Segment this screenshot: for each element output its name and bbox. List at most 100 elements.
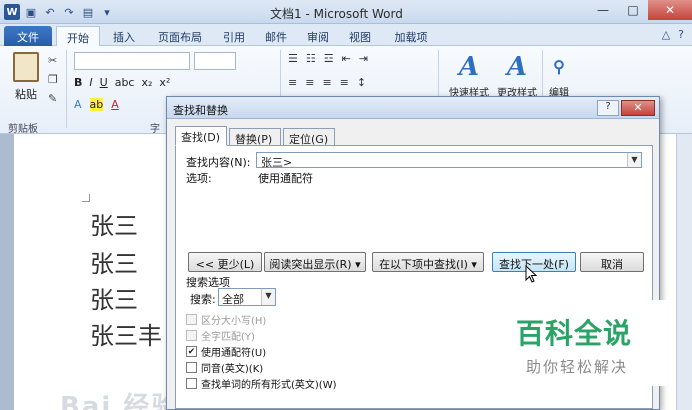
dialog-help-button[interactable]: ? — [597, 100, 619, 116]
increase-indent-icon[interactable]: ⇥ — [359, 52, 368, 65]
window-title: 文档1 - Microsoft Word — [270, 7, 403, 21]
align-center-icon[interactable]: ≡ — [305, 76, 314, 89]
tab-find[interactable]: 查找(D) — [175, 126, 227, 146]
copy-icon[interactable]: ❐ — [48, 73, 58, 86]
edit-button[interactable]: ⚲ 编辑 — [546, 50, 572, 99]
line-spacing-icon[interactable]: ↕ — [357, 76, 366, 89]
options-value: 使用通配符 — [258, 172, 313, 185]
sounds-like-checkbox[interactable]: 同音(英文)(K) — [186, 360, 263, 375]
cancel-button[interactable]: 取消 — [580, 252, 644, 272]
undo-icon[interactable]: ↶ — [42, 4, 58, 20]
find-what-value: 张三> — [261, 156, 293, 169]
paste-label: 粘贴 — [15, 88, 37, 101]
document-line[interactable]: 张三 — [90, 206, 138, 241]
brand-logo: 百科全说 — [516, 317, 633, 350]
tab-goto[interactable]: 定位(G) — [283, 128, 335, 146]
cut-icon[interactable]: ✂ — [48, 54, 58, 67]
clipboard-icon — [13, 52, 39, 82]
font-name-field[interactable] — [74, 52, 190, 70]
tab-mailings[interactable]: 邮件 — [256, 26, 296, 46]
close-window-button[interactable]: ✕ — [648, 0, 692, 20]
tab-references[interactable]: 引用 — [214, 26, 254, 46]
tab-home[interactable]: 开始 — [56, 26, 100, 46]
paragraph-row-2: ≡ ≡ ≡ ≡ ↕ — [288, 76, 366, 89]
checkbox-box — [186, 362, 197, 373]
tab-page-layout[interactable]: 页面布局 — [148, 26, 212, 46]
superscript-icon[interactable]: x² — [159, 76, 170, 89]
reading-highlight-button[interactable]: 阅读突出显示(R) ▾ — [264, 252, 366, 272]
mouse-pointer-icon — [525, 265, 537, 283]
tab-replace[interactable]: 替换(P) — [229, 128, 281, 146]
match-case-checkbox[interactable]: 区分大小写(H) — [186, 312, 266, 327]
font-color-row: A ab A — [74, 98, 119, 111]
tab-view[interactable]: 视图 — [340, 26, 380, 46]
dialog-close-button[interactable]: ✕ — [621, 100, 655, 116]
search-direction-value: 全部 — [222, 293, 244, 306]
underline-icon[interactable]: U — [100, 76, 108, 89]
document-line[interactable]: 张三 — [90, 244, 138, 279]
vertical-scrollbar[interactable] — [676, 134, 692, 410]
paste-button[interactable]: 粘贴 — [8, 52, 44, 102]
group-separator — [66, 50, 67, 128]
bold-icon[interactable]: B — [74, 76, 82, 89]
group-label-clipboard: 剪贴板 — [8, 124, 38, 135]
checkbox-box — [186, 378, 197, 389]
ribbon-tabs: 文件 开始 插入 页面布局 引用 邮件 审阅 视图 加载项 △ ? — [0, 24, 692, 46]
numbering-icon[interactable]: ☷ — [306, 52, 316, 65]
minimize-button[interactable]: — — [588, 0, 618, 20]
find-what-input[interactable]: 张三> ▼ — [256, 152, 642, 169]
word-logo-icon: W — [4, 4, 20, 20]
change-styles-button[interactable]: A 更改样式 — [492, 50, 542, 99]
align-left-icon[interactable]: ≡ — [288, 76, 297, 89]
quick-styles-button[interactable]: A 快速样式 — [444, 50, 494, 99]
strikethrough-icon[interactable]: abc — [115, 76, 135, 89]
all-word-forms-label: 查找单词的所有形式(英文)(W) — [201, 380, 337, 391]
subscript-icon[interactable]: x₂ — [141, 76, 152, 89]
font-color-icon[interactable]: A — [111, 98, 119, 111]
redo-icon[interactable]: ↷ — [61, 4, 77, 20]
customize-qat-icon[interactable]: ▾ — [99, 4, 115, 20]
tab-add-ins[interactable]: 加载项 — [384, 26, 438, 46]
align-right-icon[interactable]: ≡ — [322, 76, 331, 89]
highlight-icon[interactable]: ab — [89, 98, 104, 111]
maximize-button[interactable]: □ — [618, 0, 648, 20]
search-direction-select[interactable]: 全部 ▼ — [218, 288, 276, 306]
italic-icon[interactable]: I — [89, 76, 92, 89]
search-direction-label: 搜索: — [190, 293, 216, 306]
ribbon-help-area: △ ? — [662, 28, 684, 41]
tab-file[interactable]: 文件 — [4, 26, 52, 46]
options-label: 选项: — [186, 172, 212, 185]
justify-icon[interactable]: ≡ — [340, 76, 349, 89]
minimize-ribbon-icon[interactable]: △ — [662, 28, 670, 41]
chevron-down-icon: ▼ — [261, 289, 275, 305]
decrease-indent-icon[interactable]: ⇤ — [342, 52, 351, 65]
clipboard-small-buttons: ✂ ❐ ✎ — [48, 54, 58, 105]
whole-word-label: 全字匹配(Y) — [201, 332, 255, 343]
tab-insert[interactable]: 插入 — [104, 26, 144, 46]
window-controls: — □ ✕ — [588, 0, 692, 20]
document-line[interactable]: 张三丰 — [90, 316, 162, 351]
font-size-field[interactable] — [194, 52, 236, 70]
document-line[interactable]: 张三 — [90, 280, 138, 315]
find-in-button[interactable]: 在以下项中查找(I) ▾ — [372, 252, 484, 272]
page-margin-marker — [82, 194, 90, 202]
font-format-row: B I U abc x₂ x² — [74, 76, 170, 89]
match-case-label: 区分大小写(H) — [201, 316, 267, 327]
tab-review[interactable]: 审阅 — [298, 26, 338, 46]
help-icon[interactable]: ? — [678, 28, 684, 41]
format-painter-icon[interactable]: ✎ — [48, 92, 58, 105]
dialog-title: 查找和替换 — [173, 104, 228, 117]
text-effects-icon[interactable]: A — [74, 98, 82, 111]
all-word-forms-checkbox[interactable]: 查找单词的所有形式(英文)(W) — [186, 376, 337, 391]
multilevel-list-icon[interactable]: ☲ — [324, 52, 334, 65]
group-label-font: 字 — [150, 124, 160, 135]
bullets-icon[interactable]: ☰ — [288, 52, 298, 65]
change-styles-icon: A — [506, 52, 528, 82]
checkmark-icon: ✔ — [186, 346, 197, 357]
find-history-dropdown-icon[interactable]: ▼ — [627, 153, 641, 167]
whole-word-checkbox[interactable]: 全字匹配(Y) — [186, 328, 255, 343]
print-icon[interactable]: ▤ — [80, 4, 96, 20]
less-button[interactable]: << 更少(L) — [188, 252, 262, 272]
use-wildcards-checkbox[interactable]: ✔ 使用通配符(U) — [186, 344, 266, 359]
save-icon[interactable]: ▣ — [23, 4, 39, 20]
